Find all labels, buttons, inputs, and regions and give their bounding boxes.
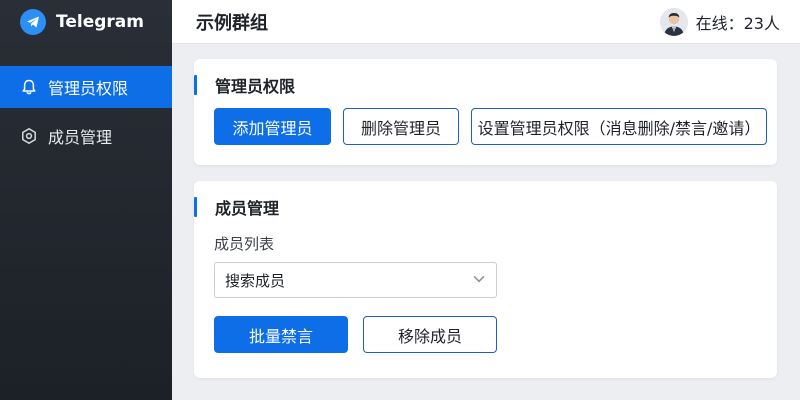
telegram-logo-icon xyxy=(20,9,46,35)
card-title-text: 管理员权限 xyxy=(215,77,296,96)
select-value: 搜索成员 xyxy=(225,271,286,290)
sidebar-item-member-management[interactable]: 成员管理 xyxy=(0,115,172,157)
page-title: 示例群组 xyxy=(196,12,268,34)
sidebar: Telegram 管理员权限 成员管理 xyxy=(0,0,172,400)
avatar[interactable] xyxy=(659,7,688,36)
remove-admin-button[interactable]: 删除管理员 xyxy=(343,108,459,145)
remove-member-button[interactable]: 移除成员 xyxy=(363,316,497,353)
card-title-member-management: 成员管理 xyxy=(194,196,279,218)
sidebar-item-admin-permissions[interactable]: 管理员权限 xyxy=(0,66,172,108)
top-header: 示例群组 在线：23人 xyxy=(172,0,800,44)
member-list-label: 成员列表 xyxy=(214,235,275,253)
online-count: 在线：23人 xyxy=(695,13,780,33)
chevron-down-icon xyxy=(472,271,486,290)
bell-icon xyxy=(20,78,38,96)
admin-permissions-card: 管理员权限 添加管理员 删除管理员 设置管理员权限（消息删除/禁言/邀请） xyxy=(194,59,777,165)
app-name: Telegram xyxy=(56,12,144,32)
member-management-card: 成员管理 成员列表 搜索成员 批量禁言 移除成员 xyxy=(194,181,777,378)
sidebar-item-label: 成员管理 xyxy=(48,128,113,147)
batch-mute-button[interactable]: 批量禁言 xyxy=(214,316,348,353)
card-title-text: 成员管理 xyxy=(215,199,280,218)
sidebar-item-label: 管理员权限 xyxy=(48,79,129,98)
set-admin-permissions-button[interactable]: 设置管理员权限（消息删除/禁言/邀请） xyxy=(471,108,767,145)
card-title-admin-permissions: 管理员权限 xyxy=(194,74,295,96)
hexagon-settings-icon xyxy=(20,127,38,145)
member-search-select[interactable]: 搜索成员 xyxy=(214,262,497,298)
brand: Telegram xyxy=(0,0,172,44)
add-admin-button[interactable]: 添加管理员 xyxy=(214,108,331,145)
